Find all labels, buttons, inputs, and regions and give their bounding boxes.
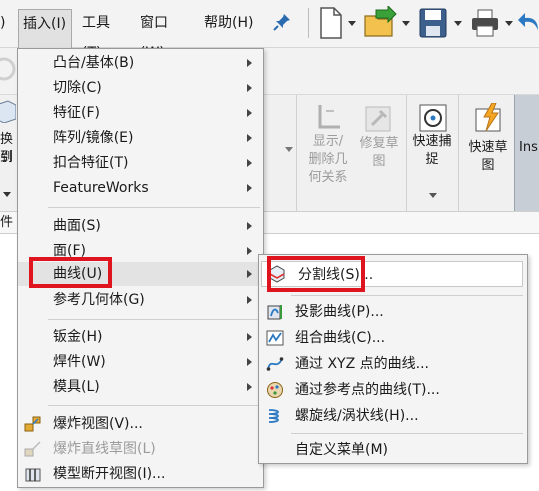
ribbon-separator	[458, 95, 459, 211]
menu-item-surface[interactable]: 曲面(S)	[18, 214, 263, 238]
switch-cube-icon[interactable]	[0, 99, 17, 124]
menu-help[interactable]: 帮助(H)	[200, 8, 258, 38]
menu-item-pattern-mirror[interactable]: 阵列/镜像(E)	[18, 126, 263, 150]
menu-separator	[48, 207, 260, 208]
undo-icon[interactable]	[518, 10, 539, 36]
chevron-down-icon[interactable]	[429, 193, 437, 198]
quick-snap-line2: 捉	[425, 152, 439, 167]
display-delete-relations-icon	[312, 103, 342, 133]
model-break-view-icon	[24, 465, 42, 483]
curve-through-reference-points-icon	[266, 381, 284, 399]
menu-insert[interactable]: 插入(I)	[18, 9, 72, 49]
submenu-arrow-icon	[247, 184, 252, 192]
submenu-item-composite-curve[interactable]: 组合曲线(C)...	[259, 325, 527, 351]
submenu-arrow-icon	[247, 383, 252, 391]
chevron-down-icon[interactable]	[505, 21, 513, 26]
toolbar-separator	[308, 8, 309, 38]
display-delete-relations-line3: 何关系	[308, 170, 348, 185]
app-logo-fragment-icon	[0, 54, 16, 84]
menu-item-cut[interactable]: 切除(C)	[18, 76, 263, 100]
repair-sketch-line1: 修复草	[359, 136, 399, 151]
submenu-arrow-icon	[247, 270, 252, 278]
quick-sketch-icon[interactable]	[474, 102, 504, 133]
submenu-item-curve-through-reference-points[interactable]: 通过参考点的曲线(T)...	[259, 377, 527, 403]
switch-label-line2: 引	[0, 150, 14, 165]
submenu-arrow-icon	[247, 59, 252, 67]
submenu-separator	[291, 433, 523, 434]
pin-icon[interactable]	[272, 12, 292, 32]
repair-sketch-line2: 图	[372, 154, 386, 169]
projected-curve-icon	[266, 303, 284, 321]
save-icon[interactable]	[418, 7, 448, 39]
quick-snap-line1: 快速捕	[412, 134, 452, 149]
menu-item-model-break-view[interactable]: 模型断开视图(I)...	[18, 462, 263, 486]
menu-item-sheet-metal[interactable]: 钣金(H)	[18, 325, 263, 349]
submenu-arrow-icon	[247, 159, 252, 167]
instant-button[interactable]: Ins	[514, 95, 539, 211]
menu-edge-glyph: )	[0, 15, 6, 31]
helix-spiral-icon	[266, 407, 284, 425]
submenu-arrow-icon	[247, 222, 252, 230]
menu-item-boss-base[interactable]: 凸台/基体(B)	[18, 51, 263, 75]
submenu-arrow-icon	[247, 358, 252, 366]
submenu-separator	[291, 295, 523, 296]
composite-curve-icon	[266, 329, 284, 347]
chevron-down-icon[interactable]	[285, 147, 293, 152]
quick-sketch-line2: 图	[481, 158, 495, 173]
exploded-view-icon	[24, 415, 42, 433]
menu-separator	[48, 405, 260, 406]
print-icon[interactable]	[470, 8, 500, 38]
submenu-item-projected-curve[interactable]: 投影曲线(P)...	[259, 299, 527, 325]
quick-sketch-line1: 快速草	[468, 140, 508, 155]
display-delete-relations-line1: 显示/	[312, 134, 344, 149]
menu-item-reference-geometry[interactable]: 参考几何体(G)	[18, 288, 263, 312]
menu-tools[interactable]: 工具(T)	[78, 8, 128, 61]
menu-item-fastening-feature[interactable]: 扣合特征(T)	[18, 151, 263, 175]
highlight-curve-menu	[29, 257, 112, 288]
menu-item-explode-line-sketch: 爆炸直线草图(L)	[18, 437, 263, 461]
menu-item-weldments[interactable]: 焊件(W)	[18, 350, 263, 374]
submenu-item-curve-through-xyz[interactable]: 通过 XYZ 点的曲线...	[259, 351, 527, 377]
chevron-down-icon[interactable]	[402, 21, 410, 26]
submenu-arrow-icon	[247, 247, 252, 255]
menu-item-featureworks[interactable]: FeatureWorks	[18, 176, 263, 200]
quick-snap-icon[interactable]	[418, 103, 448, 133]
submenu-arrow-icon	[247, 109, 252, 117]
display-delete-relations-line2: 删除几	[308, 152, 348, 167]
menu-item-exploded-view[interactable]: 爆炸视图(V)...	[18, 412, 263, 436]
ribbon-separator	[296, 95, 297, 211]
chevron-down-icon[interactable]	[454, 21, 462, 26]
submenu-item-helix-spiral[interactable]: 螺旋线/涡状线(H)...	[259, 403, 527, 429]
menu-bar: ) 插入(I) 工具(T) 窗口(W) 帮助(H)	[0, 0, 302, 61]
chevron-down-icon[interactable]	[3, 192, 11, 197]
submenu-arrow-icon	[247, 134, 252, 142]
submenu-arrow-icon	[247, 296, 252, 304]
curve-through-xyz-icon	[266, 355, 284, 373]
submenu-item-customize-menu[interactable]: 自定义菜单(M)	[259, 437, 527, 463]
submenu-arrow-icon	[247, 84, 252, 92]
ribbon-separator	[406, 95, 407, 211]
menu-separator	[48, 319, 260, 320]
menu-window[interactable]: 窗口(W)	[136, 8, 194, 61]
new-document-icon[interactable]	[318, 6, 344, 40]
chevron-down-icon[interactable]	[348, 21, 356, 26]
instant-label: Ins	[519, 140, 538, 155]
quick-access-toolbar	[302, 0, 539, 48]
explode-line-sketch-icon	[24, 440, 42, 458]
repair-sketch-icon	[364, 105, 392, 133]
menu-item-molds[interactable]: 模具(L)	[18, 375, 263, 399]
open-folder-icon[interactable]	[362, 4, 398, 40]
menu-item-features[interactable]: 特征(F)	[18, 101, 263, 125]
left-dropdown[interactable]	[0, 184, 16, 204]
submenu-arrow-icon	[247, 333, 252, 341]
highlight-split-line	[267, 256, 365, 292]
tab-fragment-label: 件	[0, 215, 14, 230]
